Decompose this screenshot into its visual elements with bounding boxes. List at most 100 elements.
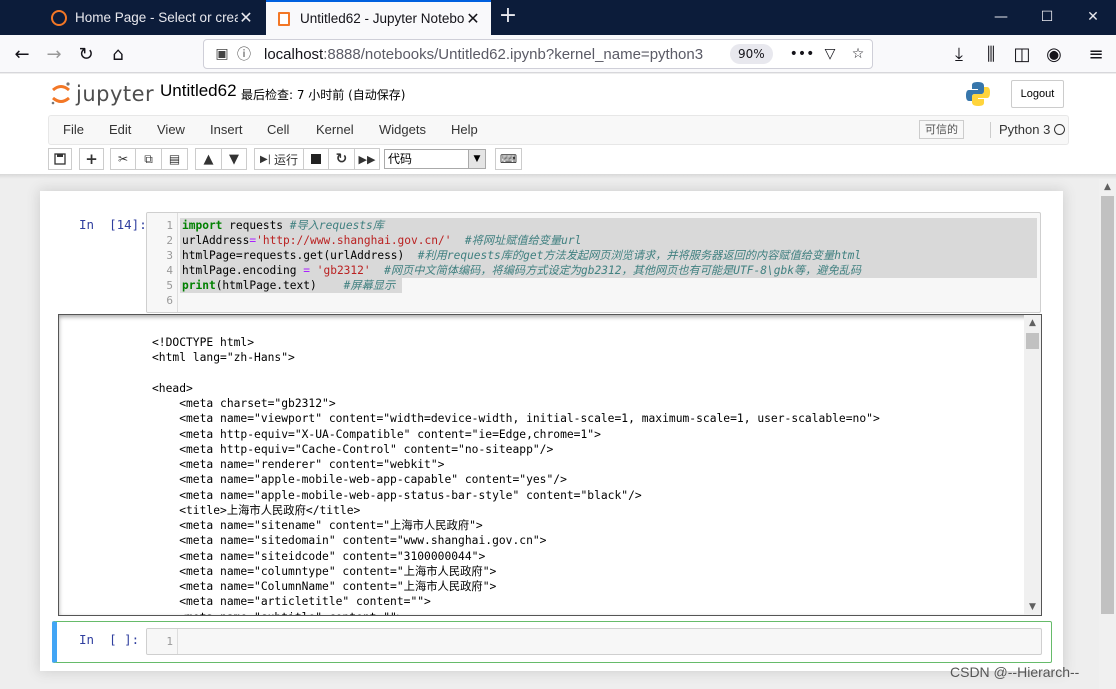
code-line: htmlPage.encoding = 'gb2312' #网页中文简体编码，将… — [182, 264, 862, 277]
jupyter-logo-icon — [51, 82, 70, 105]
run-button[interactable]: ▶| 运行 — [254, 148, 304, 170]
download-icon[interactable]: ⤓ — [945, 40, 973, 68]
output-scrollbar[interactable]: ▲ ▼ — [1024, 315, 1041, 615]
forward-icon[interactable]: → — [40, 40, 68, 68]
move-down-icon[interactable]: ▼ — [221, 148, 247, 170]
notebook-title[interactable]: Untitled62 — [160, 81, 237, 101]
output-line: <meta name="columntype" content="上海市人民政府… — [152, 564, 497, 578]
tab-title: Home Page - Select or create — [75, 10, 238, 25]
divider — [990, 122, 991, 138]
menu-help[interactable]: Help — [451, 116, 478, 144]
save-icon[interactable] — [48, 148, 72, 170]
paste-icon[interactable]: ▤ — [161, 148, 188, 170]
line-number-gutter: 1 — [147, 629, 178, 654]
page-icon[interactable]: ▣ — [212, 44, 232, 64]
code-line: print(htmlPage.text) #屏幕显示 — [182, 279, 396, 292]
chevron-down-icon: ▼ — [468, 150, 485, 168]
home-icon[interactable]: ⌂ — [104, 40, 132, 68]
menu-kernel[interactable]: Kernel — [316, 116, 354, 144]
menu-cell[interactable]: Cell — [267, 116, 289, 144]
kernel-idle-icon — [1054, 124, 1065, 135]
sidebar-icon[interactable]: ◫ — [1008, 40, 1036, 68]
menu-edit[interactable]: Edit — [109, 116, 131, 144]
close-icon[interactable]: ✕ — [238, 8, 254, 27]
output-line: <meta name="siteidcode" content="3100000… — [152, 549, 486, 563]
tab-untitled62[interactable]: Untitled62 - Jupyter Notebook ✕ — [266, 0, 491, 35]
stop-icon[interactable] — [303, 148, 329, 170]
reload-icon[interactable]: ↻ — [72, 40, 100, 68]
menu-view[interactable]: View — [157, 116, 185, 144]
menu-file[interactable]: File — [63, 116, 84, 144]
zoom-level[interactable]: 90% — [730, 44, 773, 64]
url-text[interactable]: localhost:8888/notebooks/Untitled62.ipyn… — [264, 46, 703, 63]
library-icon[interactable]: ⫼ — [977, 40, 1005, 68]
window-close-button[interactable]: ✕ — [1070, 0, 1116, 35]
output-line: <meta name="articletitle" content=""> — [152, 595, 431, 609]
trusted-badge[interactable]: 可信的 — [919, 120, 964, 139]
code-line: htmlPage=requests.get(urlAddress) #利用req… — [182, 249, 862, 262]
minimize-button[interactable]: — — [978, 0, 1024, 35]
account-icon[interactable]: ◉ — [1040, 40, 1068, 68]
output-line: <meta name="sitename" content="上海市人民政府"> — [152, 519, 483, 532]
output-line: <meta name="renderer" content="webkit"> — [152, 458, 445, 471]
scroll-thumb[interactable] — [1101, 196, 1114, 614]
cell-type-select[interactable]: 代码 ▼ — [384, 149, 486, 169]
more-icon[interactable]: ••• — [790, 44, 815, 64]
tab-home-page[interactable]: Home Page - Select or create ✕ — [41, 0, 264, 35]
back-icon[interactable]: ← — [8, 40, 36, 68]
output-line: <head> — [152, 381, 193, 395]
output-line: <meta name="subtitle" content=""> — [152, 610, 403, 616]
menu-widgets[interactable]: Widgets — [379, 116, 426, 144]
address-bar[interactable]: ▣ ⓘ localhost:8888/notebooks/Untitled62.… — [203, 39, 873, 69]
copy-icon[interactable]: ⧉ — [135, 148, 162, 170]
scroll-thumb[interactable] — [1026, 333, 1039, 349]
scroll-up-icon[interactable]: ▲ — [1099, 179, 1116, 195]
menu-icon[interactable]: ≡ — [1082, 40, 1110, 68]
input-prompt: In [14]: — [79, 217, 147, 232]
code-cell-editor[interactable]: 1 2 3 4 5 6 import requests #导入requests库… — [146, 212, 1041, 313]
code-line: import requests #导入requests库 — [182, 219, 384, 232]
jupyter-logo[interactable]: jupyter — [50, 80, 154, 108]
restart-icon[interactable]: ↻ — [328, 148, 355, 170]
notebook-container: In [14]: 1 2 3 4 5 6 import requests #导入… — [40, 191, 1063, 671]
output-line: <title>上海市人民政府</title> — [152, 503, 361, 517]
cut-icon[interactable]: ✂ — [110, 148, 136, 170]
jupyter-icon — [278, 11, 290, 26]
info-icon[interactable]: ⓘ — [234, 44, 254, 64]
scroll-up-icon[interactable]: ▲ — [1024, 315, 1041, 331]
move-up-icon[interactable]: ▲ — [195, 148, 222, 170]
fast-forward-icon[interactable]: ▶▶ — [354, 148, 380, 170]
watermark: CSDN @--Hierarch-- — [950, 664, 1080, 680]
output-line: <meta name="sitedomain" content="www.sha… — [152, 534, 547, 548]
maximize-button[interactable]: ☐ — [1024, 0, 1070, 35]
add-cell-icon[interactable]: + — [79, 148, 104, 170]
output-line: <meta http-equiv="Cache-Control" content… — [152, 442, 554, 456]
page-scrollbar[interactable]: ▲ — [1099, 179, 1116, 689]
input-prompt: In [ ]: — [79, 632, 140, 647]
bookmark-star-icon[interactable]: ☆ — [848, 44, 868, 64]
python-logo-icon — [966, 82, 990, 106]
kernel-name[interactable]: Python 3 — [999, 116, 1050, 144]
close-icon[interactable]: ✕ — [465, 9, 481, 28]
selected-code-cell[interactable]: In [ ]: 1 — [52, 621, 1052, 663]
browser-navbar: ← → ↻ ⌂ ▣ ⓘ localhost:8888/notebooks/Unt… — [0, 35, 1116, 73]
code-cell-editor[interactable]: 1 — [146, 628, 1042, 655]
line-number-gutter: 1 2 3 4 5 6 — [147, 213, 178, 312]
output-line: <meta name="apple-mobile-web-app-capable… — [152, 473, 567, 487]
menu-insert[interactable]: Insert — [210, 116, 243, 144]
new-tab-button[interactable]: + — [497, 5, 519, 29]
logout-button[interactable]: Logout — [1011, 80, 1064, 108]
output-line: <meta charset="gb2312"> — [152, 397, 336, 410]
output-line: <!DOCTYPE html> — [152, 336, 255, 349]
jupyter-header: jupyter Untitled62 最后检查: 7 小时前 (自动保存) Lo… — [0, 74, 1116, 174]
code-line: urlAddress='http://www.shanghai.gov.cn/'… — [182, 234, 582, 247]
output-line: <meta name="viewport" content="width=dev… — [152, 412, 880, 426]
pocket-icon[interactable]: ▽ — [820, 44, 840, 64]
output-line: <html lang="zh-Hans"> — [152, 351, 295, 365]
output-area[interactable]: <!DOCTYPE html> <html lang="zh-Hans"> <hea… — [58, 314, 1042, 616]
browser-tab-strip: Home Page - Select or create ✕ Untitled6… — [0, 0, 1116, 35]
tab-title: Untitled62 - Jupyter Notebook — [300, 11, 465, 26]
scroll-down-icon[interactable]: ▼ — [1024, 599, 1041, 615]
keyboard-icon[interactable]: ⌨ — [495, 148, 522, 170]
jupyter-icon — [51, 9, 67, 26]
